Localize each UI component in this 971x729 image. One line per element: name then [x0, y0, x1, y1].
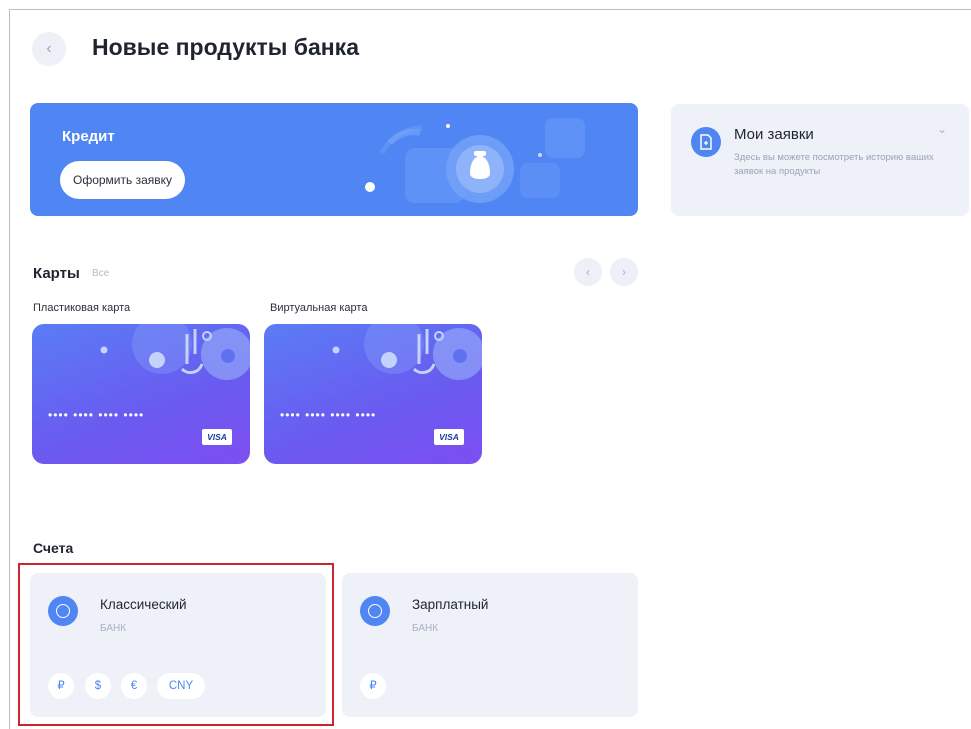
- my-requests-description: Здесь вы можете посмотреть историю ваших…: [734, 152, 934, 177]
- visa-logo: VISA: [202, 429, 232, 445]
- plastic-card-label: Пластиковая карта: [33, 302, 131, 314]
- apply-button[interactable]: Оформить заявку: [60, 161, 185, 199]
- virtual-card[interactable]: •••• •••• •••• •••• VISA: [264, 324, 482, 464]
- cards-section-title: Карты: [33, 265, 80, 282]
- visa-logo: VISA: [434, 429, 464, 445]
- credit-banner[interactable]: Кредит Оформить заявку: [30, 103, 638, 216]
- credit-title: Кредит: [62, 128, 115, 145]
- back-button[interactable]: ‹: [32, 32, 66, 66]
- account-icon: [360, 596, 390, 626]
- card-number-mask: •••• •••• •••• ••••: [48, 408, 145, 422]
- credit-decoration: [365, 118, 585, 203]
- highlight-box: [18, 563, 334, 726]
- account-salary[interactable]: Зарплатный БАНК ₽: [342, 573, 638, 717]
- virtual-card-label: Виртуальная карта: [270, 302, 368, 314]
- card-number-mask: •••• •••• •••• ••••: [280, 408, 377, 422]
- account-name: Зарплатный: [412, 597, 489, 612]
- document-icon: [691, 127, 721, 157]
- page-title: Новые продукты банка: [92, 34, 359, 60]
- my-requests-title: Мои заявки: [734, 126, 814, 143]
- cards-next-button[interactable]: ›: [610, 258, 638, 286]
- cards-all-link[interactable]: Все: [92, 268, 109, 279]
- accounts-section-title: Счета: [33, 540, 74, 556]
- chevron-down-icon[interactable]: ⌄: [937, 122, 947, 136]
- account-subtitle: БАНК: [412, 623, 439, 634]
- plastic-card[interactable]: •••• •••• •••• •••• VISA: [32, 324, 250, 464]
- cards-prev-button[interactable]: ‹: [574, 258, 602, 286]
- currency-chip-rub: ₽: [360, 673, 386, 699]
- my-requests-panel[interactable]: Мои заявки Здесь вы можете посмотреть ис…: [671, 104, 969, 216]
